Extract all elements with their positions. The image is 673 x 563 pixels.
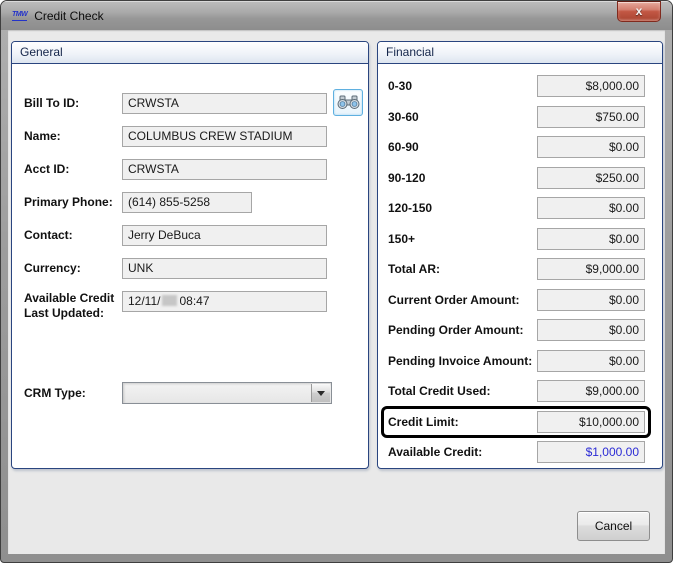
primary-phone-label: Primary Phone:	[24, 195, 124, 210]
financial-rows: 0-30 $8,000.00 30-60 $750.00 60-90 $0.00…	[378, 75, 662, 463]
amount-field[interactable]: $0.00	[537, 350, 645, 372]
contact-label: Contact:	[24, 228, 124, 243]
aging-120-150-row: 120-150 $0.00	[378, 197, 662, 219]
credit-limit-row: Credit Limit: $10,000.00	[378, 411, 662, 433]
chevron-down-icon	[317, 391, 325, 396]
field-label: Current Order Amount:	[388, 293, 520, 307]
bill-to-id-row: Bill To ID: CRWSTA	[12, 92, 368, 114]
binoculars-icon	[337, 95, 360, 110]
field-label: Pending Order Amount:	[388, 323, 524, 337]
window-title: Credit Check	[34, 9, 103, 23]
aging-90-120-row: 90-120 $250.00	[378, 167, 662, 189]
total-credit-used-row: Total Credit Used: $9,000.00	[378, 380, 662, 402]
dialog-content: General Bill To ID: CRWSTA	[8, 30, 665, 554]
amount-field[interactable]: $0.00	[537, 197, 645, 219]
field-label: 90-120	[388, 171, 425, 185]
field-label: 0-30	[388, 79, 412, 93]
title-bar[interactable]: TMW Credit Check x	[1, 1, 672, 30]
name-row: Name: COLUMBUS CREW STADIUM	[12, 125, 368, 147]
redacted-year	[162, 295, 177, 306]
aging-150-plus-row: 150+ $0.00	[378, 228, 662, 250]
acct-id-row: Acct ID: CRWSTA	[12, 158, 368, 180]
currency-field[interactable]: UNK	[122, 258, 327, 279]
contact-row: Contact: Jerry DeBuca	[12, 224, 368, 246]
acct-id-field[interactable]: CRWSTA	[122, 159, 327, 180]
contact-field[interactable]: Jerry DeBuca	[122, 225, 327, 246]
credit-updated-row: Available Credit Last Updated: 12/11/08:…	[12, 290, 368, 312]
field-label: Pending Invoice Amount:	[388, 354, 532, 368]
aging-30-60-row: 30-60 $750.00	[378, 106, 662, 128]
bill-to-id-field[interactable]: CRWSTA	[122, 93, 327, 114]
amount-field[interactable]: $9,000.00	[537, 258, 645, 280]
amount-field[interactable]: $0.00	[537, 289, 645, 311]
crm-type-dropdown[interactable]	[122, 382, 332, 404]
primary-phone-row: Primary Phone: (614) 855-5258	[12, 191, 368, 213]
field-label: 30-60	[388, 110, 419, 124]
current-order-amount-row: Current Order Amount: $0.00	[378, 289, 662, 311]
amount-field[interactable]: $10,000.00	[537, 411, 645, 433]
field-label: 150+	[388, 232, 415, 246]
amount-field[interactable]: $750.00	[537, 106, 645, 128]
field-label: 120-150	[388, 201, 432, 215]
general-groupbox: General Bill To ID: CRWSTA	[11, 41, 369, 469]
primary-phone-field[interactable]: (614) 855-5258	[122, 192, 252, 213]
pending-invoice-amount-row: Pending Invoice Amount: $0.00	[378, 350, 662, 372]
amount-field[interactable]: $8,000.00	[537, 75, 645, 97]
name-field[interactable]: COLUMBUS CREW STADIUM	[122, 126, 327, 147]
name-label: Name:	[24, 129, 124, 144]
credit-updated-label: Available Credit Last Updated:	[24, 291, 124, 321]
lookup-button[interactable]	[333, 89, 363, 116]
available-credit-row: Available Credit: $1,000.00	[378, 441, 662, 463]
field-label: Total Credit Used:	[388, 384, 490, 398]
cancel-button[interactable]: Cancel	[577, 511, 650, 541]
financial-groupbox: Financial 0-30 $8,000.00 30-60 $750.00 6…	[377, 41, 663, 469]
amount-field[interactable]: $9,000.00	[537, 380, 645, 402]
aging-0-30-row: 0-30 $8,000.00	[378, 75, 662, 97]
amount-field[interactable]: $250.00	[537, 167, 645, 189]
field-label: Available Credit:	[388, 445, 482, 459]
bill-to-id-label: Bill To ID:	[24, 96, 124, 111]
amount-field[interactable]: $0.00	[537, 319, 645, 341]
amount-field[interactable]: $0.00	[537, 228, 645, 250]
total-ar-row: Total AR: $9,000.00	[378, 258, 662, 280]
crm-type-label: CRM Type:	[24, 386, 124, 401]
crm-type-row: CRM Type:	[12, 382, 368, 404]
financial-group-header: Financial	[378, 42, 662, 64]
currency-label: Currency:	[24, 261, 124, 276]
field-label: 60-90	[388, 140, 419, 154]
close-button[interactable]: x	[617, 1, 661, 22]
pending-order-amount-row: Pending Order Amount: $0.00	[378, 319, 662, 341]
acct-id-label: Acct ID:	[24, 162, 124, 177]
aging-60-90-row: 60-90 $0.00	[378, 136, 662, 158]
amount-field[interactable]: $0.00	[537, 136, 645, 158]
credit-check-dialog: TMW Credit Check x General Bill To ID: C…	[0, 0, 673, 563]
dropdown-arrow-button[interactable]	[311, 384, 330, 402]
general-group-header: General	[12, 42, 368, 64]
field-label: Credit Limit:	[388, 415, 459, 429]
tmw-app-icon: TMW	[12, 10, 27, 21]
field-label: Total AR:	[388, 262, 440, 276]
currency-row: Currency: UNK	[12, 257, 368, 279]
amount-field[interactable]: $1,000.00	[537, 441, 645, 463]
credit-updated-field[interactable]: 12/11/08:47	[122, 291, 327, 312]
